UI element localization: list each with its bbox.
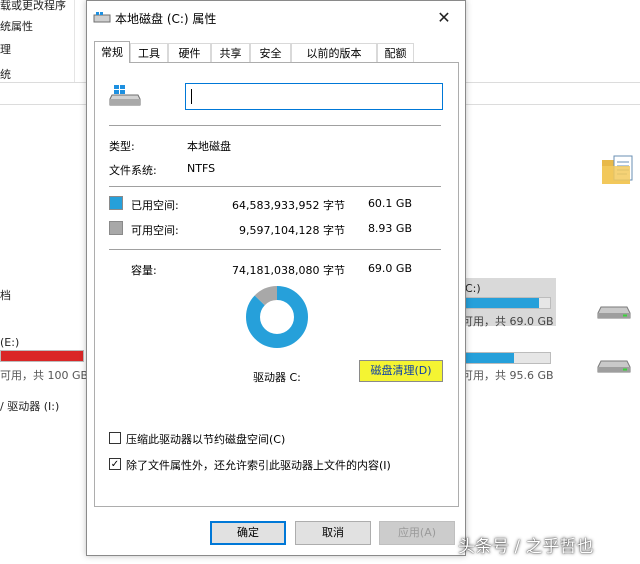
drive-d-usage-bar [463, 352, 551, 364]
type-label: 类型: [109, 140, 135, 153]
explorer-left-panel: 载或更改程序 统属性 理 统 [0, 0, 75, 82]
index-checkbox[interactable]: ✓ [109, 458, 121, 470]
drive-title-icon [93, 12, 111, 23]
apply-button: 应用(A) [379, 521, 455, 545]
filesystem-label: 文件系统: [109, 164, 157, 177]
free-space-label: 可用空间: [131, 224, 179, 237]
tab-previous-versions[interactable]: 以前的版本 [291, 43, 377, 62]
dialog-titlebar[interactable]: 本地磁盘 (C:) 属性 ✕ [87, 1, 465, 34]
control-link-manage[interactable]: 理 [0, 41, 11, 57]
control-link-programs[interactable]: 载或更改程序 [0, 0, 66, 13]
drive-e-space: 可用，共 100 GB [0, 369, 89, 382]
hard-drive-icon[interactable] [597, 304, 631, 320]
capacity-size: 69.0 GB [367, 262, 412, 275]
free-space-swatch [109, 221, 123, 235]
free-space-bytes: 9,597,104,128 字节 [239, 224, 345, 237]
capacity-bytes: 74,181,038,080 字节 [232, 264, 345, 277]
used-space-size: 60.1 GB [367, 197, 412, 210]
used-space-bytes: 64,583,933,952 字节 [232, 199, 345, 212]
drive-d-space: 可用，共 95.6 GB [462, 369, 554, 382]
drive-letter-label: 驱动器 C: [253, 371, 301, 384]
used-space-slice [246, 286, 308, 348]
drive-e-label[interactable]: (E:) [0, 336, 19, 349]
compress-checkbox[interactable] [109, 432, 121, 444]
close-button[interactable]: ✕ [433, 7, 455, 29]
type-value: 本地磁盘 [187, 140, 231, 153]
text-caret [191, 89, 192, 104]
hard-drive-icon[interactable] [597, 358, 631, 374]
document-folder-icon[interactable] [600, 152, 636, 188]
tab-hardware[interactable]: 硬件 [168, 43, 211, 62]
used-space-swatch [109, 196, 123, 210]
drive-c-label[interactable]: C:) [465, 282, 481, 295]
dialog-title: 本地磁盘 (C:) 属性 [115, 12, 217, 26]
compress-label: 压缩此驱动器以节约磁盘空间(C) [126, 433, 286, 446]
tab-quota[interactable]: 配额 [377, 43, 414, 62]
free-space-size: 8.93 GB [367, 222, 412, 235]
separator [109, 249, 441, 250]
capacity-label: 容量: [131, 264, 157, 277]
volume-name-input[interactable] [185, 83, 443, 110]
separator [109, 125, 441, 126]
drive-e-usage-fill [1, 351, 83, 361]
ok-button[interactable]: 确定 [210, 521, 286, 545]
tab-tools[interactable]: 工具 [130, 43, 168, 62]
drive-icon [109, 85, 141, 106]
watermark-text: 头条号 / 之乎哲也 [458, 537, 594, 557]
disk-cleanup-button[interactable]: 磁盘清理(D) [359, 360, 443, 382]
disk-usage-donut-chart [246, 286, 308, 348]
control-link-system[interactable]: 统 [0, 66, 11, 82]
tab-general[interactable]: 常规 [94, 41, 130, 63]
filesystem-value: NTFS [187, 162, 216, 175]
index-label: 除了文件属性外，还允许索引此驱动器上文件的内容(I) [126, 459, 391, 472]
drive-c-space: 可用，共 69.0 GB [462, 315, 554, 328]
general-tab-panel: 类型: 本地磁盘 文件系统: NTFS 已用空间: 64,583,933,952… [94, 62, 459, 507]
drive-c-usage-bar [463, 297, 551, 309]
separator [109, 186, 441, 187]
used-space-label: 已用空间: [131, 199, 179, 212]
tab-security[interactable]: 安全 [250, 43, 291, 62]
close-icon: ✕ [437, 8, 451, 27]
drive-i-label[interactable]: / 驱动器 (I:) [0, 398, 59, 414]
drive-d-usage-fill [464, 353, 514, 363]
drive-properties-dialog: 本地磁盘 (C:) 属性 ✕ 常规 工具 硬件 共享 安全 以前的版本 配额 类… [86, 0, 466, 556]
cancel-button[interactable]: 取消 [295, 521, 371, 545]
tab-sharing[interactable]: 共享 [211, 43, 250, 62]
drive-c-usage-fill [464, 298, 539, 308]
control-link-system-props[interactable]: 统属性 [0, 18, 33, 34]
documents-label[interactable]: 档 [0, 287, 11, 303]
drive-e-usage-bar [0, 350, 84, 362]
